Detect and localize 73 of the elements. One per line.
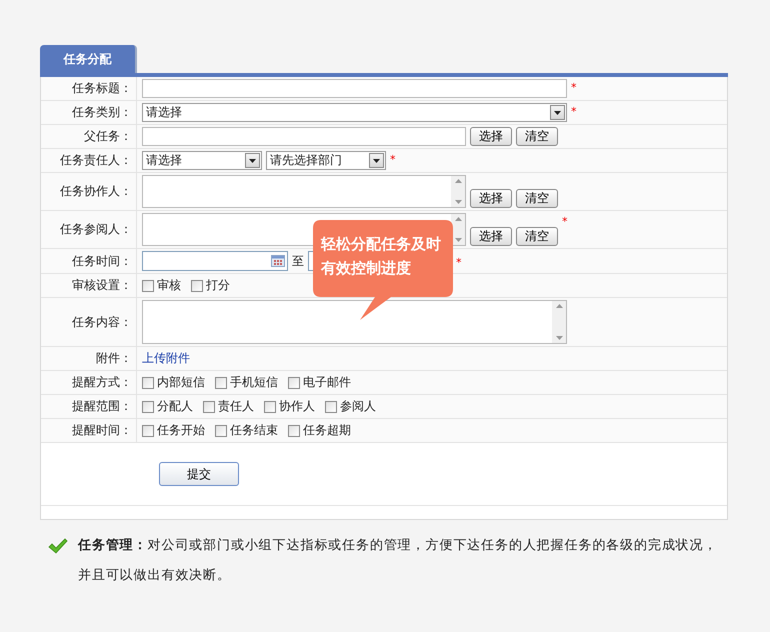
description-text: 任务管理：对公司或部门或小组下达指标或任务的管理，方便下达任务的人把握任务的各级的完成状况，并且可以做出有效决断。 bbox=[78, 537, 718, 585]
checkbox[interactable] bbox=[288, 424, 300, 436]
textarea-field[interactable] bbox=[142, 300, 567, 344]
checkbox-label: 协作人 bbox=[279, 398, 315, 415]
checkbox[interactable] bbox=[142, 376, 154, 388]
checkbox[interactable] bbox=[288, 376, 300, 388]
picker-button[interactable]: 清空 bbox=[516, 227, 558, 246]
field-label: 任务参阅人： bbox=[60, 221, 132, 238]
field-label: 提醒方式： bbox=[72, 374, 132, 391]
required-mark: * bbox=[562, 215, 568, 228]
field-label: 任务协作人： bbox=[60, 183, 132, 200]
field-label: 任务类别： bbox=[72, 104, 132, 121]
checkbox-label: 审核 bbox=[157, 277, 181, 294]
field-label: 提醒时间： bbox=[72, 422, 132, 439]
field-label: 提醒范围： bbox=[72, 398, 132, 415]
field-label: 父任务： bbox=[84, 128, 132, 145]
picker-button[interactable]: 清空 bbox=[516, 127, 558, 146]
checkbox-label: 责任人 bbox=[218, 398, 254, 415]
callout-text: 轻松分配任务及时有效控制进度 bbox=[321, 234, 442, 279]
caret-icon bbox=[554, 110, 561, 114]
checkbox-label: 打分 bbox=[206, 277, 230, 294]
scroll-up-icon[interactable] bbox=[556, 304, 562, 308]
tab[interactable]: 任务分配 bbox=[40, 45, 137, 73]
field-label: 附件： bbox=[96, 350, 132, 367]
picker-button[interactable]: 选择 bbox=[470, 189, 512, 208]
checkbox[interactable] bbox=[203, 400, 215, 412]
field-label: 任务内容： bbox=[72, 314, 132, 330]
picker-button[interactable]: 清空 bbox=[516, 189, 558, 208]
checkbox[interactable] bbox=[191, 280, 203, 292]
checkbox[interactable] bbox=[215, 376, 227, 388]
select-field[interactable]: 请选择 bbox=[142, 103, 567, 122]
picker-button[interactable]: 选择 bbox=[470, 127, 512, 146]
list-field[interactable] bbox=[142, 175, 466, 208]
required-mark: * bbox=[456, 256, 462, 268]
checkbox[interactable] bbox=[325, 400, 337, 412]
field-label: 任务责任人： bbox=[60, 152, 132, 169]
checkbox[interactable] bbox=[142, 400, 154, 412]
scroll-down-icon[interactable] bbox=[556, 336, 562, 340]
checkbox-label: 任务结束 bbox=[230, 422, 278, 439]
submit-button[interactable]: 提交 bbox=[159, 462, 239, 486]
checkbox[interactable] bbox=[264, 400, 276, 412]
checkbox-label: 任务开始 bbox=[157, 422, 205, 439]
caret-icon bbox=[373, 158, 380, 162]
checkbox-label: 任务超期 bbox=[303, 422, 351, 439]
scroll-up-icon[interactable] bbox=[454, 179, 462, 183]
required-mark: * bbox=[571, 81, 576, 94]
checkbox-label: 内部短信 bbox=[157, 374, 205, 391]
scroll-down-icon[interactable] bbox=[454, 200, 462, 204]
select-field[interactable]: 请先选择部门 bbox=[266, 151, 386, 170]
field-label: 审核设置： bbox=[72, 277, 132, 294]
checkbox[interactable] bbox=[142, 424, 154, 436]
required-mark: * bbox=[571, 105, 576, 118]
caret-icon bbox=[249, 158, 256, 162]
scroll-down-icon[interactable] bbox=[454, 238, 462, 242]
checkbox-label: 电子邮件 bbox=[303, 374, 351, 391]
checkbox[interactable] bbox=[215, 424, 227, 436]
upload-link[interactable]: 上传附件 bbox=[142, 350, 190, 367]
scroll-up-icon[interactable] bbox=[454, 217, 462, 221]
required-mark: * bbox=[390, 153, 396, 166]
field-label: 任务时间： bbox=[72, 252, 132, 270]
calendar-icon[interactable] bbox=[271, 255, 285, 267]
checkmark-icon bbox=[48, 538, 68, 555]
checkbox-label: 参阅人 bbox=[340, 398, 376, 415]
text-field[interactable] bbox=[142, 127, 466, 146]
checkbox-label: 分配人 bbox=[157, 398, 193, 415]
field-label: 任务标题： bbox=[72, 80, 132, 97]
date-field[interactable] bbox=[142, 251, 288, 271]
checkbox-label: 手机短信 bbox=[230, 374, 278, 391]
picker-button[interactable]: 选择 bbox=[470, 227, 512, 246]
text-field[interactable] bbox=[142, 79, 567, 98]
select-field[interactable]: 请选择 bbox=[142, 151, 262, 170]
range-separator: 至 bbox=[292, 252, 304, 270]
checkbox[interactable] bbox=[142, 280, 154, 292]
